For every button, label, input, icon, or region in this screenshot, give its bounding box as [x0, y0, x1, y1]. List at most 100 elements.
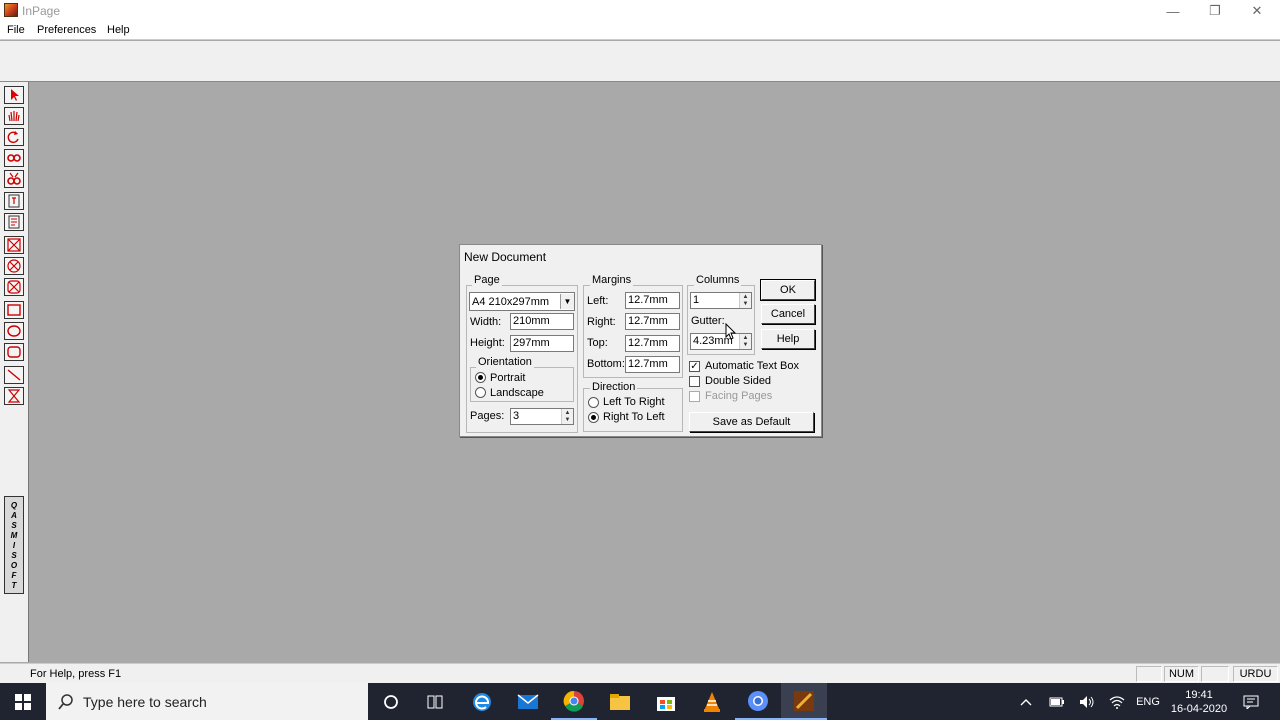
- chevron-down-icon[interactable]: ▼: [560, 294, 574, 309]
- task-view-icon[interactable]: [412, 683, 458, 720]
- ok-button[interactable]: OK: [760, 279, 816, 301]
- clock-time: 19:41: [1185, 688, 1213, 701]
- facing-pages-label: Facing Pages: [705, 390, 773, 402]
- top-margin-label: Top:: [587, 337, 608, 349]
- pointer-tool-icon[interactable]: [4, 86, 24, 104]
- text-box-tool-icon[interactable]: [4, 213, 24, 231]
- left-margin-field[interactable]: 12.7mm: [625, 292, 680, 309]
- cancel-button[interactable]: Cancel: [761, 304, 815, 324]
- double-sided-label: Double Sided: [705, 375, 772, 387]
- bottom-margin-field[interactable]: 12.7mm: [625, 356, 680, 373]
- right-to-left-radio[interactable]: [588, 412, 599, 423]
- windows-logo-icon: [15, 693, 31, 710]
- save-as-default-button[interactable]: Save as Default: [689, 412, 814, 432]
- volume-icon[interactable]: [1074, 683, 1100, 720]
- right-margin-field[interactable]: 12.7mm: [625, 313, 680, 330]
- menu-bar: File Preferences Help: [0, 22, 1280, 40]
- qasmisoft-logo: Q A S M I S O F T: [4, 496, 24, 594]
- pages-label: Pages:: [470, 410, 505, 422]
- rectangle-tool-icon[interactable]: [4, 301, 24, 319]
- automatic-text-box-label: Automatic Text Box: [705, 360, 799, 372]
- portrait-label: Portrait: [490, 372, 526, 384]
- battery-icon[interactable]: [1044, 683, 1070, 720]
- status-cell-empty-1: [1136, 666, 1162, 682]
- page-size-select[interactable]: A4 210x297mm ▼: [469, 292, 575, 311]
- status-help-text: For Help, press F1: [30, 668, 122, 680]
- automatic-text-box-checkbox[interactable]: ✓: [689, 361, 700, 372]
- link-tool-icon[interactable]: [4, 149, 24, 167]
- notifications-icon[interactable]: [1236, 683, 1266, 720]
- title-bar: InPage — ❐ ✕: [0, 0, 1280, 22]
- left-margin-label: Left:: [587, 295, 609, 307]
- clock[interactable]: 19:41 16-04-2020: [1166, 683, 1232, 720]
- mouse-cursor-icon: [725, 323, 737, 340]
- facing-pages-checkbox: [689, 391, 700, 402]
- zoom-tool-icon[interactable]: [4, 387, 24, 405]
- menu-help[interactable]: Help: [103, 23, 134, 37]
- chrome-icon[interactable]: [551, 683, 597, 720]
- toolbar-area: [0, 41, 1280, 82]
- picture-box-tool-icon[interactable]: [4, 236, 24, 254]
- input-language-indicator[interactable]: ENG: [1134, 683, 1162, 720]
- browser-icon[interactable]: [735, 683, 781, 720]
- minimize-button[interactable]: —: [1150, 0, 1196, 22]
- new-document-dialog: New Document Page A4 210x297mm ▼ Width: …: [459, 244, 822, 437]
- menu-file[interactable]: File: [3, 23, 29, 37]
- double-sided-checkbox[interactable]: [689, 376, 700, 387]
- portrait-radio[interactable]: [475, 372, 486, 383]
- landscape-radio[interactable]: [475, 387, 486, 398]
- windows-taskbar: Type here to search ENG 19:41 16-04-2020: [0, 683, 1280, 720]
- window-title: InPage: [22, 4, 61, 18]
- landscape-label: Landscape: [490, 387, 544, 399]
- oval-tool-icon[interactable]: [4, 322, 24, 340]
- direction-group: [583, 388, 683, 432]
- right-to-left-label: Right To Left: [603, 411, 665, 423]
- dialog-title: New Document: [464, 250, 547, 264]
- top-margin-field[interactable]: 12.7mm: [625, 335, 680, 352]
- search-icon: [58, 694, 73, 710]
- height-field[interactable]: 297mm: [510, 335, 574, 352]
- mail-icon[interactable]: [505, 683, 551, 720]
- taskbar-search-box[interactable]: Type here to search: [46, 683, 368, 720]
- tool-palette: Q A S M I S O F T: [0, 82, 29, 662]
- oval-picture-tool-icon[interactable]: [4, 257, 24, 275]
- menu-preferences[interactable]: Preferences: [33, 23, 100, 37]
- edge-browser-icon[interactable]: [459, 683, 505, 720]
- columns-stepper[interactable]: ▲ ▼: [739, 293, 751, 308]
- store-icon[interactable]: [643, 683, 689, 720]
- bottom-margin-label: Bottom:: [587, 358, 625, 370]
- cortana-icon[interactable]: [368, 683, 414, 720]
- line-tool-icon[interactable]: [4, 366, 24, 384]
- file-explorer-icon[interactable]: [597, 683, 643, 720]
- rounded-picture-tool-icon[interactable]: [4, 278, 24, 296]
- search-placeholder: Type here to search: [83, 694, 207, 710]
- width-field[interactable]: 210mm: [510, 313, 574, 330]
- inpage-app-icon: [4, 3, 18, 17]
- status-bar: For Help, press F1 NUM URDU: [0, 663, 1280, 683]
- gutter-label: Gutter:: [691, 315, 725, 327]
- columns-group-label: Columns: [694, 274, 742, 286]
- close-button[interactable]: ✕: [1234, 0, 1280, 22]
- wifi-icon[interactable]: [1104, 683, 1130, 720]
- pages-stepper[interactable]: ▲ ▼: [561, 409, 573, 424]
- gutter-stepper[interactable]: ▲ ▼: [739, 334, 751, 349]
- width-label: Width:: [470, 316, 502, 328]
- unlink-tool-icon[interactable]: [4, 170, 24, 188]
- orientation-label: Orientation: [476, 356, 534, 368]
- direction-group-label: Direction: [590, 381, 638, 393]
- rotate-tool-icon[interactable]: [4, 128, 24, 146]
- help-button[interactable]: Help: [761, 329, 815, 349]
- start-button[interactable]: [0, 683, 46, 720]
- left-to-right-radio[interactable]: [588, 397, 599, 408]
- text-tool-icon[interactable]: [4, 192, 24, 210]
- inpage-taskbar-icon[interactable]: [781, 683, 827, 720]
- clock-date: 16-04-2020: [1170, 702, 1228, 715]
- restore-button[interactable]: ❐: [1192, 0, 1238, 22]
- hand-tool-icon[interactable]: [4, 107, 24, 125]
- left-to-right-label: Left To Right: [603, 396, 665, 408]
- language-indicator: URDU: [1233, 666, 1278, 682]
- rounded-rectangle-tool-icon[interactable]: [4, 343, 24, 361]
- height-label: Height:: [470, 337, 505, 349]
- vlc-icon[interactable]: [689, 683, 735, 720]
- chevron-up-icon[interactable]: [1014, 683, 1038, 720]
